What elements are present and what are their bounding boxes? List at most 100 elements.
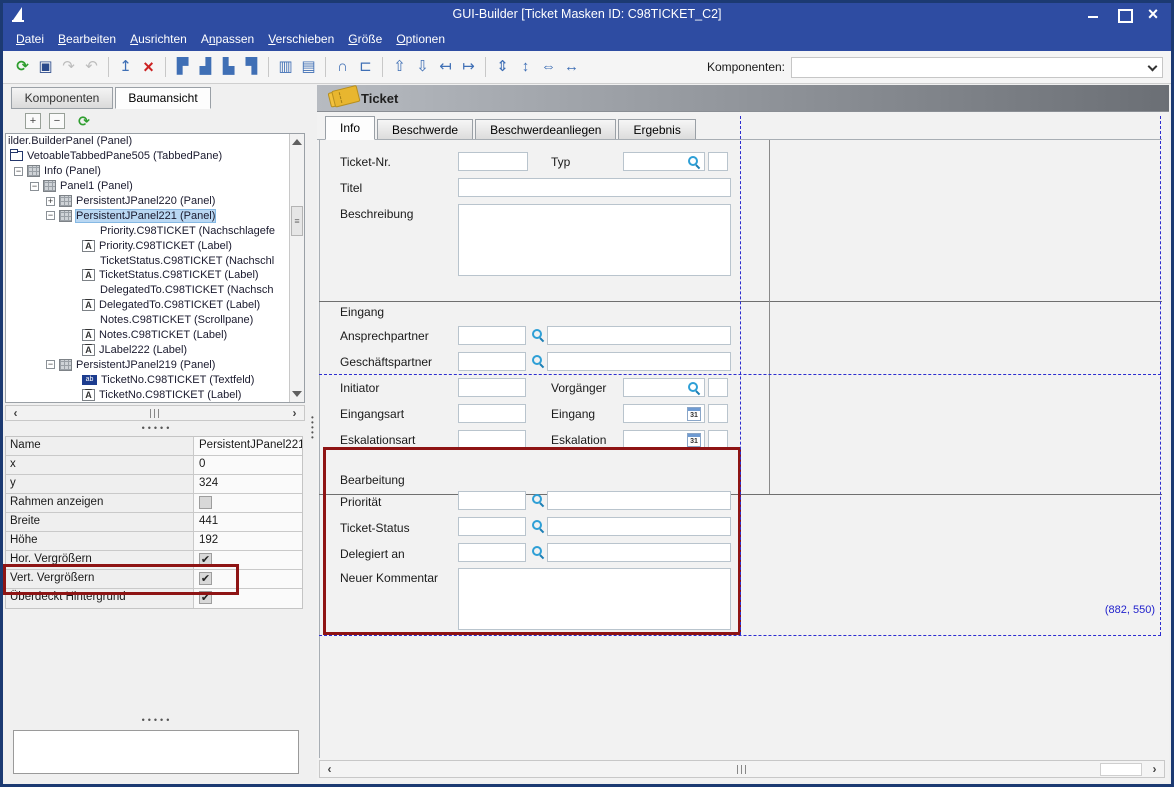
tree-item[interactable]: ATicketStatus.C98TICKET (Label)	[6, 268, 304, 283]
tab-komponenten[interactable]: Komponenten	[11, 87, 113, 109]
tree-item[interactable]: +PersistentJPanel220 (Panel)	[6, 194, 304, 209]
close-icon[interactable]	[1145, 6, 1161, 22]
menu-groesse[interactable]: Größe	[341, 29, 389, 49]
tab-baumansicht[interactable]: Baumansicht	[115, 87, 211, 109]
scroll-down-icon[interactable]	[292, 391, 302, 397]
search-icon[interactable]	[531, 354, 545, 368]
collapse-icon[interactable]: −	[46, 211, 55, 220]
geschaeftspartner-input[interactable]	[458, 352, 526, 371]
tree-item[interactable]: DelegatedTo.C98TICKET (Nachsch	[6, 283, 304, 298]
eingangsart-input[interactable]	[458, 404, 526, 423]
scroll-left-icon[interactable]	[8, 407, 23, 420]
tree-item[interactable]: −Info (Panel)	[6, 164, 304, 179]
expand-icon[interactable]: +	[46, 197, 55, 206]
property-row[interactable]: Höhe192	[6, 532, 302, 551]
collapse-icon[interactable]: −	[46, 360, 55, 369]
tree-item[interactable]: VetoableTabbedPane505 (TabbedPane)	[6, 149, 304, 164]
collapse-all-icon[interactable]: −	[49, 113, 65, 129]
calendar-icon[interactable]: 31	[687, 407, 701, 421]
tree-item[interactable]: abTicketNo.C98TICKET (Textfeld)	[6, 372, 304, 387]
span-left-icon[interactable]: ⊏	[354, 56, 377, 78]
search-icon[interactable]	[687, 381, 701, 395]
same-width-icon[interactable]: ▥	[274, 56, 297, 78]
scroll-up-icon[interactable]	[292, 139, 302, 145]
tree-item[interactable]: Notes.C98TICKET (Scrollpane)	[6, 313, 304, 328]
align-left-icon[interactable]: ▙	[217, 56, 240, 78]
scrollbar-grip[interactable]	[150, 409, 160, 418]
vorgaenger-input[interactable]	[623, 378, 705, 397]
tab-info[interactable]: Info	[325, 116, 375, 140]
calendar-icon[interactable]: 31	[687, 433, 701, 447]
property-value[interactable]: 0	[194, 456, 302, 474]
property-row[interactable]: NamePersistentJPanel221	[6, 437, 302, 456]
grow-width-icon[interactable]: ⇔	[537, 56, 560, 78]
align-right-icon[interactable]: ▜	[240, 56, 263, 78]
align-top-icon[interactable]: ▛	[171, 56, 194, 78]
typ-input[interactable]	[623, 152, 705, 171]
move-up-hierarchy-icon[interactable]: ↥	[114, 56, 137, 78]
span-top-icon[interactable]: ∩	[331, 56, 354, 78]
beschreibung-textarea[interactable]	[458, 204, 731, 276]
typ-code-input[interactable]	[708, 152, 728, 171]
collapse-icon[interactable]: −	[14, 167, 23, 176]
anchor-up-icon[interactable]: ⇧	[388, 56, 411, 78]
menu-ausrichten[interactable]: Ausrichten	[123, 29, 194, 49]
menu-optionen[interactable]: Optionen	[389, 29, 452, 49]
property-value[interactable]: PersistentJPanel221	[194, 437, 302, 455]
scroll-left-icon[interactable]	[322, 763, 337, 776]
tab-ergebnis[interactable]: Ergebnis	[618, 119, 695, 140]
komponenten-combobox[interactable]	[791, 57, 1163, 78]
initiator-input[interactable]	[458, 378, 526, 397]
maximize-icon[interactable]	[1115, 6, 1131, 22]
property-value[interactable]: 192	[194, 532, 302, 550]
tree-item[interactable]: TicketStatus.C98TICKET (Nachschl	[6, 253, 304, 268]
tree-item[interactable]: −PersistentJPanel219 (Panel)	[6, 357, 304, 372]
anchor-down-icon[interactable]: ⇩	[411, 56, 434, 78]
scroll-right-icon[interactable]	[287, 407, 302, 420]
save-icon[interactable]: ▣	[34, 56, 57, 78]
canvas-horizontal-scrollbar[interactable]	[319, 760, 1165, 778]
panel-splitter[interactable]: • • • • •	[309, 85, 317, 782]
scroll-right-icon[interactable]	[1147, 763, 1162, 776]
tree-item-selected[interactable]: −PersistentJPanel221 (Panel)	[6, 208, 304, 223]
properties-description-splitter[interactable]: •••••	[5, 717, 309, 724]
align-bottom-icon[interactable]: ▟	[194, 56, 217, 78]
tree-item[interactable]: ADelegatedTo.C98TICKET (Label)	[6, 298, 304, 313]
tab-beschwerdeanliegen[interactable]: Beschwerdeanliegen	[475, 119, 616, 140]
move-right-icon[interactable]: ↦	[457, 56, 480, 78]
grow-height-icon[interactable]: ⇕	[491, 56, 514, 78]
property-value[interactable]: 441	[194, 513, 302, 531]
property-value[interactable]: 324	[194, 475, 302, 493]
refresh-icon[interactable]: ⟳	[11, 56, 34, 78]
tree-item[interactable]: Priority.C98TICKET (Nachschlagefe	[6, 223, 304, 238]
tab-beschwerde[interactable]: Beschwerde	[377, 119, 473, 140]
shrink-width-icon[interactable]: ↔	[560, 56, 583, 78]
refresh-tree-icon[interactable]: ⟳	[75, 112, 93, 130]
minimize-icon[interactable]	[1085, 6, 1101, 22]
tree-item[interactable]: AJLabel222 (Label)	[6, 342, 304, 357]
checkbox-unchecked[interactable]	[199, 496, 212, 509]
eingang-code-input[interactable]	[708, 404, 728, 423]
vorgaenger-code-input[interactable]	[708, 378, 728, 397]
menu-bearbeiten[interactable]: Bearbeiten	[51, 29, 123, 49]
property-row[interactable]: y324	[6, 475, 302, 494]
tree-item[interactable]: ATicketNo.C98TICKET (Label)	[6, 387, 304, 402]
scrollbar-thumb[interactable]	[291, 206, 303, 236]
geschaeftspartner-name-input[interactable]	[547, 352, 731, 371]
tree-vertical-scrollbar[interactable]	[289, 134, 304, 402]
redo-icon[interactable]: ↷	[57, 56, 80, 78]
shrink-height-icon[interactable]: ↕	[514, 56, 537, 78]
collapse-icon[interactable]: −	[30, 182, 39, 191]
menu-datei[interactable]: Datei	[9, 29, 51, 49]
chevron-down-icon[interactable]	[1148, 61, 1158, 71]
property-row[interactable]: x0	[6, 456, 302, 475]
search-icon[interactable]	[531, 328, 545, 342]
ansprechpartner-input[interactable]	[458, 326, 526, 345]
search-icon[interactable]	[687, 155, 701, 169]
property-row[interactable]: Breite441	[6, 513, 302, 532]
expand-all-icon[interactable]: +	[25, 113, 41, 129]
ansprechpartner-name-input[interactable]	[547, 326, 731, 345]
tree-item[interactable]: ilder.BuilderPanel (Panel)	[6, 134, 304, 149]
tree-item[interactable]: ANotes.C98TICKET (Label)	[6, 328, 304, 343]
ticket-nr-input[interactable]	[458, 152, 528, 171]
